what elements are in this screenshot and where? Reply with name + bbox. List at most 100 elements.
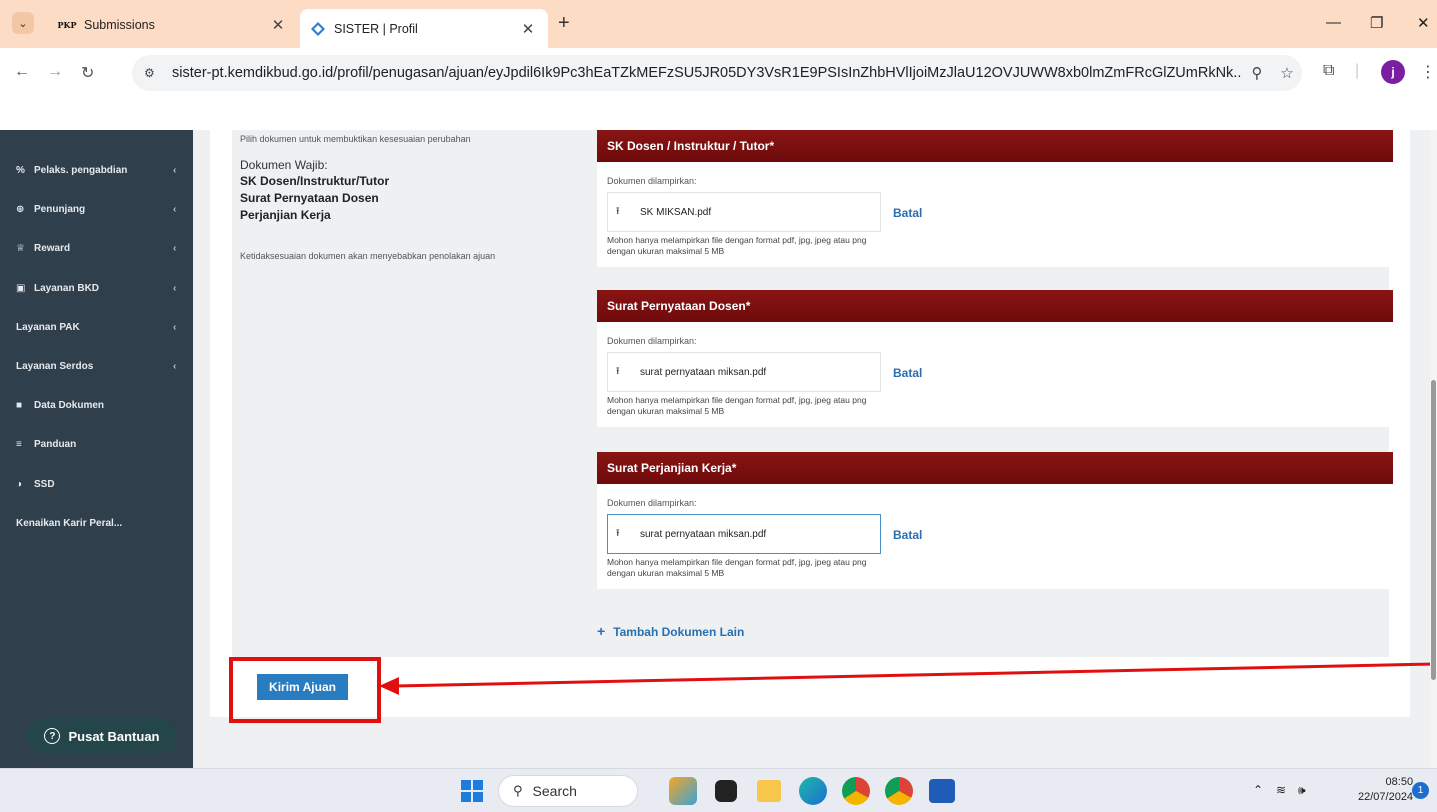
sidebar-item-layanan-pak[interactable]: Layanan PAK ‹	[0, 315, 193, 339]
file-format-note: Mohon hanya melampirkan file dengan form…	[607, 395, 867, 416]
sidebar-item-ssd[interactable]: ◑ SSD	[0, 472, 193, 496]
attached-label: Dokumen dilampirkan:	[607, 176, 697, 186]
main-content: Pilih dokumen untuk membuktikan kesesuai…	[193, 130, 1437, 768]
percent-icon: %	[16, 164, 25, 176]
tab-submissions[interactable]: PKP Submissions ✕	[48, 9, 298, 41]
tab-title: Submissions	[84, 18, 155, 32]
briefcase-icon: ▣	[16, 282, 26, 294]
sidebar-item-label: Layanan Serdos	[16, 360, 94, 372]
extensions-icon[interactable]: ⧉	[1323, 62, 1334, 80]
document-section-header: SK Dosen / Instruktur / Tutor*	[597, 130, 1393, 162]
document-requirements-panel: Pilih dokumen untuk membuktikan kesesuai…	[232, 130, 588, 657]
sidebar-item-kenaikan-karir[interactable]: Kenaikan Karir Peral...	[0, 511, 193, 535]
bookmarks-bar	[0, 98, 1437, 130]
sidebar-item-reward[interactable]: ♕ Reward ‹	[0, 236, 193, 260]
document-section-header: Surat Perjanjian Kerja*	[597, 452, 1393, 484]
tab-sister-profil[interactable]: SISTER | Profil ✕	[300, 9, 548, 48]
browser-toolbar: ← → ↻ ⚙ sister-pt.kemdikbud.go.id/profil…	[0, 48, 1437, 98]
address-bar[interactable]: ⚙ sister-pt.kemdikbud.go.id/profil/penug…	[132, 55, 1302, 91]
windows-start-icon[interactable]	[461, 780, 483, 802]
minimize-icon[interactable]: —	[1326, 14, 1341, 31]
upload-icon: ⭱	[616, 527, 620, 539]
chevron-left-icon: ‹	[173, 203, 177, 215]
file-upload-field[interactable]: ⭱ surat pernyataan miksan.pdf	[607, 352, 881, 392]
back-arrow-icon[interactable]: ←	[14, 63, 30, 81]
help-center-label: Pusat Bantuan	[68, 728, 160, 744]
document-section-sk-dosen: SK Dosen / Instruktur / Tutor* Dokumen d…	[597, 130, 1393, 267]
chevron-left-icon: ‹	[173, 164, 177, 176]
site-info-icon[interactable]: ⚙	[144, 66, 172, 80]
file-name: surat pernyataan miksan.pdf	[640, 528, 767, 540]
pkp-logo-icon: PKP	[57, 20, 77, 30]
sidebar-item-label: Reward	[34, 242, 71, 254]
help-center-button[interactable]: ? Pusat Bantuan	[26, 718, 178, 754]
required-doc-item: Perjanjian Kerja	[240, 208, 331, 222]
bookmark-star-icon[interactable]: ☆	[1272, 64, 1302, 82]
cancel-link[interactable]: Batal	[893, 206, 922, 220]
forward-arrow-icon[interactable]: →	[47, 63, 63, 81]
chrome-icon[interactable]	[842, 777, 870, 805]
file-format-note: Mohon hanya melampirkan file dengan form…	[607, 557, 867, 578]
url-text[interactable]: sister-pt.kemdikbud.go.id/profil/penugas…	[172, 65, 1242, 81]
chevron-left-icon: ‹	[173, 282, 177, 294]
tab-search-button[interactable]: ⌄	[12, 12, 34, 34]
cancel-link[interactable]: Batal	[893, 528, 922, 542]
close-icon[interactable]: ✕	[266, 16, 290, 34]
restore-icon[interactable]: ❐	[1370, 14, 1383, 32]
list-icon: ≡	[16, 438, 22, 450]
add-document-link[interactable]: + Tambah Dokumen Lain	[597, 623, 744, 639]
new-tab-button[interactable]: +	[558, 12, 570, 35]
sidebar-item-penunjang[interactable]: ⊕ Penunjang ‹	[0, 197, 193, 221]
chevron-left-icon: ‹	[173, 242, 177, 254]
tab-title: SISTER | Profil	[334, 21, 418, 36]
sister-logo-icon	[310, 21, 326, 37]
cancel-link[interactable]: Batal	[893, 366, 922, 380]
edge-icon[interactable]	[799, 777, 827, 805]
sidebar-item-panduan[interactable]: ≡ Panduan	[0, 432, 193, 456]
task-view-icon[interactable]	[715, 780, 737, 802]
system-clock[interactable]: 08:50 22/07/2024	[1358, 775, 1413, 805]
attached-label: Dokumen dilampirkan:	[607, 498, 697, 508]
question-icon: ?	[44, 728, 61, 744]
chevron-left-icon: ‹	[173, 321, 177, 333]
sidebar-item-label: Panduan	[34, 438, 77, 450]
required-docs-title: Dokumen Wajib:	[240, 158, 328, 172]
notification-badge[interactable]: 1	[1412, 782, 1429, 799]
sidebar-item-layanan-bkd[interactable]: ▣ Layanan BKD ‹	[0, 276, 193, 300]
widgets-icon[interactable]	[669, 777, 697, 805]
menu-dots-icon[interactable]: ⋮	[1420, 62, 1436, 82]
sidebar-item-data-dokumen[interactable]: ■ Data Dokumen	[0, 393, 193, 417]
sidebar-item-label: Kenaikan Karir Peral...	[16, 517, 123, 529]
plus-circle-icon: ⊕	[16, 203, 25, 215]
annotation-highlight-box	[229, 657, 381, 723]
folder-icon: ■	[16, 399, 23, 411]
required-doc-item: SK Dosen/Instruktur/Tutor	[240, 174, 390, 188]
scrollbar-thumb[interactable]	[1431, 380, 1436, 680]
tray-chevron-up-icon[interactable]: ⌃	[1253, 783, 1263, 797]
file-upload-field[interactable]: ⭱ SK MIKSAN.pdf	[607, 192, 881, 232]
close-icon[interactable]: ✕	[516, 20, 540, 38]
clock-date: 22/07/2024	[1358, 791, 1414, 803]
sidebar-item-label: Layanan BKD	[34, 282, 100, 294]
os-taskbar: ⚲ Search ⌃ ≋ 🕪 08:50 22/07/2024 1	[0, 768, 1437, 812]
sidebar-item-label: Penunjang	[34, 203, 86, 215]
taskbar-search[interactable]: ⚲ Search	[498, 775, 638, 807]
zoom-icon[interactable]: ⚲	[1242, 64, 1272, 82]
wifi-icon[interactable]: ≋	[1276, 783, 1286, 797]
window-close-icon[interactable]: ✕	[1417, 14, 1430, 32]
sidebar: % Pelaks. pengabdian ‹ ⊕ Penunjang ‹ ♕ R…	[0, 130, 193, 768]
word-icon[interactable]	[929, 779, 955, 803]
reload-icon[interactable]: ↻	[81, 63, 94, 83]
requirements-hint: Pilih dokumen untuk membuktikan kesesuai…	[240, 134, 471, 144]
profile-avatar[interactable]: j	[1381, 60, 1405, 84]
sidebar-item-layanan-serdos[interactable]: Layanan Serdos ‹	[0, 354, 193, 378]
search-placeholder: Search	[532, 783, 577, 799]
file-upload-field[interactable]: ⭱ surat pernyataan miksan.pdf	[607, 514, 881, 554]
file-explorer-icon[interactable]	[757, 780, 781, 802]
file-name: SK MIKSAN.pdf	[640, 206, 712, 218]
document-section-header: Surat Pernyataan Dosen*	[597, 290, 1393, 322]
volume-icon[interactable]: 🕪	[1298, 783, 1306, 798]
document-upload-panel: SK Dosen / Instruktur / Tutor* Dokumen d…	[587, 130, 1393, 657]
chrome-profile-icon[interactable]	[885, 777, 913, 805]
sidebar-item-pelaks-pengabdian[interactable]: % Pelaks. pengabdian ‹	[0, 158, 193, 182]
